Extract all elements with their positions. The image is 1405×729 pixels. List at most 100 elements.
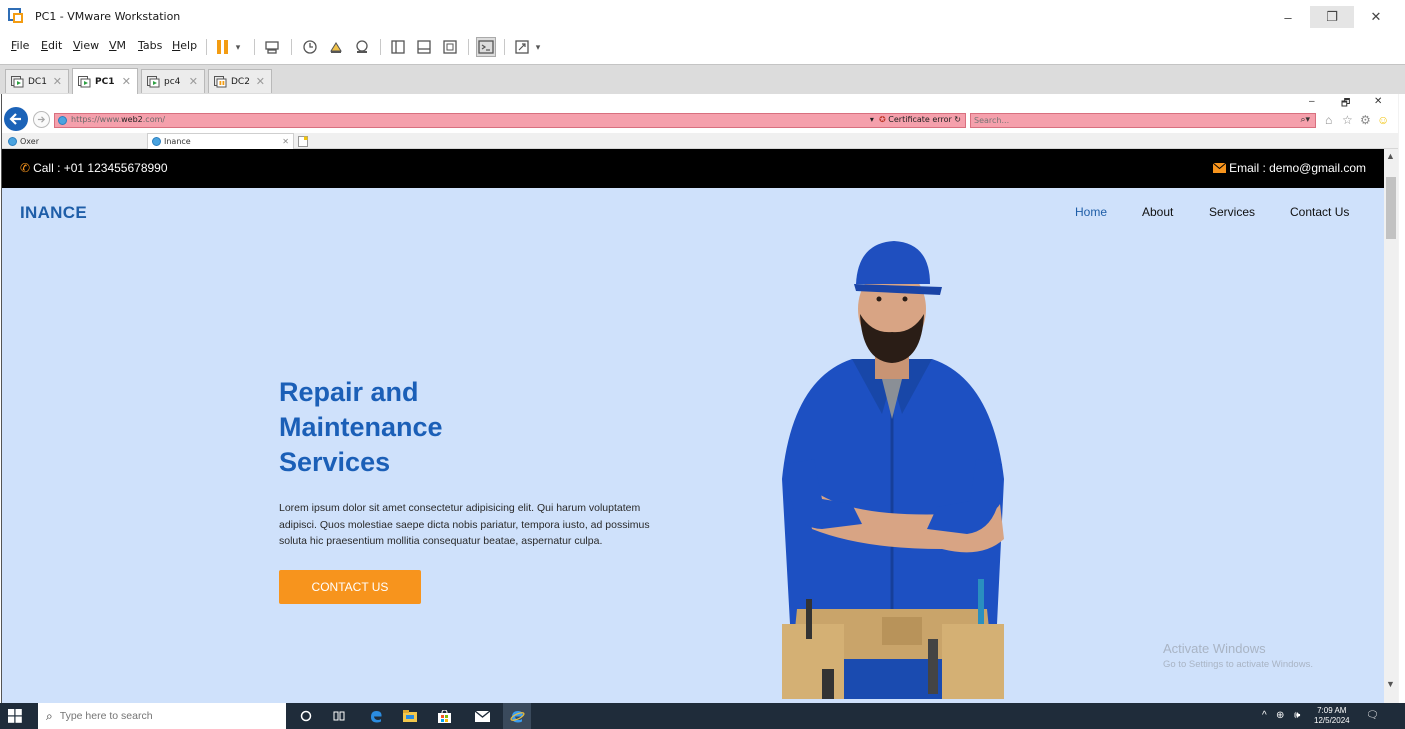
nav-services[interactable]: Services [1209,205,1255,219]
notifications-icon[interactable]: 🗨 [1366,710,1379,721]
scroll-down-icon[interactable]: ▼ [1386,679,1395,689]
menu-tabs[interactable]: Tabs [138,39,162,52]
cortana-icon[interactable] [292,703,320,729]
home-icon[interactable]: ⌂ [1325,113,1332,127]
contact-top-bar: ✆ Call : +01 123455678990 Email : demo@g… [2,149,1384,188]
internet-explorer-icon[interactable] [503,703,531,729]
email-info: Email : demo@gmail.com [1213,161,1366,175]
site-logo[interactable]: INANCE [20,203,87,223]
scroll-up-icon[interactable]: ▲ [1386,151,1395,161]
smiley-feedback-icon[interactable]: ☺ [1377,113,1389,127]
refresh-icon[interactable]: ↻ [954,115,961,124]
taskbar-search-input[interactable] [59,710,260,722]
minimize-button[interactable]: – [1266,6,1310,28]
full-screen-icon[interactable] [440,37,460,57]
nav-home[interactable]: Home [1075,205,1107,219]
close-tab-icon[interactable]: ✕ [189,75,198,88]
webpage: ✆ Call : +01 123455678990 Email : demo@g… [2,149,1384,703]
send-ctrl-alt-del-icon[interactable] [262,37,282,57]
browser-tab-oxer[interactable]: Oxer [4,133,144,149]
menu-edit[interactable]: Edit [41,39,62,52]
close-tab-icon[interactable]: ✕ [53,75,62,88]
shield-error-icon: ✪ [879,115,886,124]
forward-button[interactable] [33,111,50,128]
nav-contact-us[interactable]: Contact Us [1290,205,1349,219]
browser-close-button[interactable]: ✕ [1374,96,1382,107]
vmware-menu-bar: File Edit View VM Tabs Help ▾ ▾ [0,34,1405,60]
search-icon[interactable]: ⌕▾ [1300,114,1310,125]
ie-page-icon [8,136,17,146]
snapshot-icon[interactable] [300,37,320,57]
vm-tab-dc1[interactable]: DC1 ✕ [5,69,69,93]
certificate-error[interactable]: ▾ ✪ Certificate error ↻ [870,115,961,124]
close-tab-icon[interactable]: ✕ [122,75,131,88]
restore-button[interactable]: ❐ [1310,6,1354,28]
search-input[interactable] [974,114,1274,127]
browser-tab-strip: Oxer Inance ✕ [2,133,1398,149]
console-view-icon[interactable] [476,37,496,57]
pause-icon[interactable] [213,37,233,57]
task-view-icon[interactable] [325,703,353,729]
stretch-dropdown-icon[interactable]: ▾ [532,37,544,57]
volume-icon[interactable]: 🕪 [1294,710,1300,721]
vm-tab-dc2[interactable]: DC2 ✕ [208,69,272,93]
envelope-icon [1213,163,1227,173]
vm-powered-icon [147,75,160,87]
menu-file[interactable]: File [11,39,29,52]
close-button[interactable]: ✕ [1354,6,1398,28]
window-title: PC1 - VMware Workstation [35,10,181,23]
contact-us-button[interactable]: CONTACT US [279,570,421,604]
pause-dropdown-icon[interactable]: ▾ [232,37,244,57]
store-icon[interactable] [430,703,458,729]
new-tab-button[interactable] [296,133,310,149]
vm-tab-pc4[interactable]: pc4 ✕ [141,69,205,93]
show-hidden-icons-icon[interactable]: ^ [1262,710,1267,721]
url-text[interactable]: https://www.web2.com/ [71,115,165,124]
browser-restore-button[interactable]: 🗗 [1341,96,1350,113]
scroll-thumb[interactable] [1386,177,1396,239]
taskbar-search[interactable]: ⌕ [38,703,286,729]
nav-about[interactable]: About [1142,205,1173,219]
search-box[interactable]: ⌕▾ [970,113,1316,128]
windows-logo-icon [8,709,22,723]
back-arrow-icon [9,113,21,125]
back-button[interactable] [4,107,28,131]
vm-tab-pc1[interactable]: PC1 ✕ [72,68,138,94]
vm-tab-strip: DC1 ✕ PC1 ✕ pc4 ✕ DC2 ✕ [0,64,1405,94]
revert-snapshot-icon[interactable] [326,37,346,57]
network-icon[interactable]: ⊕ [1276,710,1284,721]
vm-powered-icon [78,75,91,87]
browser-tab-inance[interactable]: Inance ✕ [147,133,294,149]
snapshot-manager-icon[interactable] [352,37,372,57]
vm-powered-icon [11,75,24,87]
forward-arrow-icon [37,116,46,123]
vmware-title-bar: PC1 - VMware Workstation – ❐ ✕ [0,0,1405,34]
file-explorer-icon[interactable] [396,703,424,729]
close-tab-icon[interactable]: ✕ [256,75,265,88]
menu-vm[interactable]: VM [109,39,126,52]
start-button[interactable] [8,709,22,723]
browser-minimize-button[interactable]: – [1309,96,1315,107]
edge-browser-icon[interactable] [362,703,390,729]
hero-description: Lorem ipsum dolor sit amet consectetur a… [279,502,650,547]
phone-number: Call : +01 123455678990 [33,161,168,175]
close-tab-icon[interactable]: ✕ [282,137,289,146]
thumbnail-bar-icon[interactable] [414,37,434,57]
activate-windows-watermark: Activate Windows Go to Settings to activ… [1163,641,1313,670]
settings-gear-icon[interactable]: ⚙ [1360,113,1371,127]
mail-icon[interactable] [468,703,496,729]
phone-icon: ✆ [20,161,31,175]
address-bar[interactable]: https://www.web2.com/ ▾ ✪ Certificate er… [54,113,966,128]
favorites-star-icon[interactable]: ☆ [1342,113,1353,127]
vm-paused-icon [214,75,227,87]
taskbar-clock[interactable]: 7:09 AM 12/5/2024 [1314,706,1350,726]
library-icon[interactable] [388,37,408,57]
stretch-guest-icon[interactable] [512,37,532,57]
menu-view[interactable]: View [73,39,99,52]
ie-page-icon [152,137,161,146]
menu-help[interactable]: Help [172,39,197,52]
page-scrollbar[interactable]: ▲ ▼ [1384,149,1398,703]
vmware-app-icon [8,8,24,24]
ie-page-icon [58,116,67,125]
search-icon: ⌕ [46,708,53,723]
